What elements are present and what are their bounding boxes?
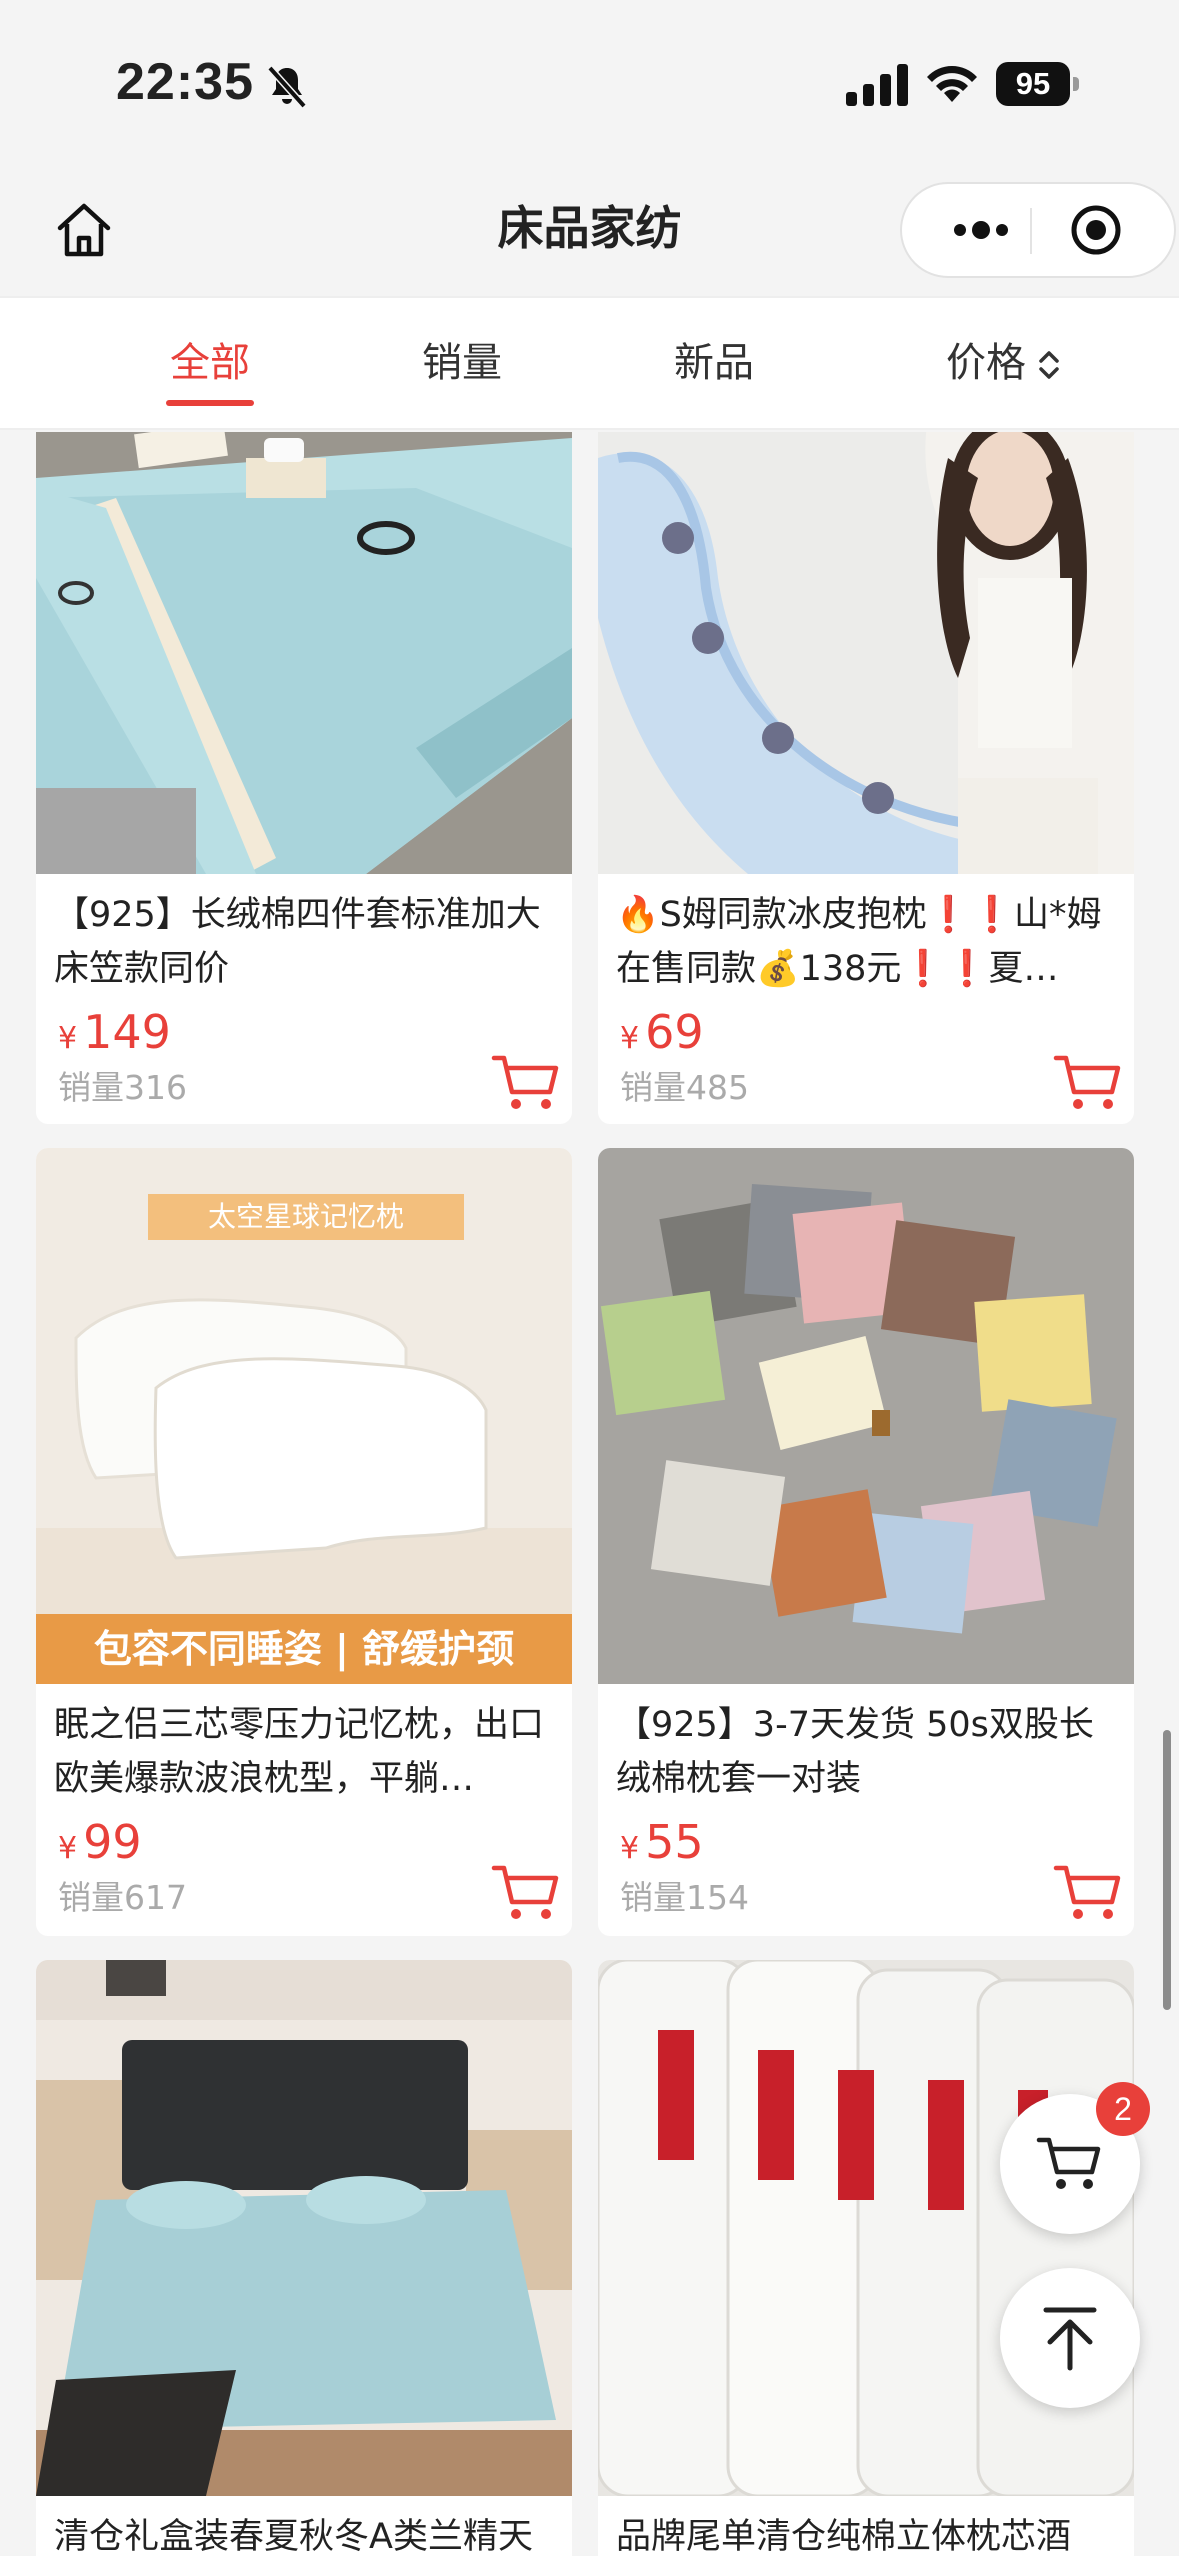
image-banner-bottom: 包容不同睡姿 | 舒缓护颈	[93, 1627, 515, 1671]
product-image[interactable]	[598, 432, 1134, 874]
price-value: 69	[645, 1005, 704, 1059]
product-card[interactable]: 清仓礼盒装春夏秋冬A类兰精天	[36, 1960, 572, 2556]
battery-icon: 95	[996, 62, 1080, 106]
sales-count: 销量485	[620, 1068, 749, 1107]
active-tab-underline	[166, 400, 254, 406]
sort-updown-icon	[1039, 351, 1059, 379]
product-price: ¥99	[58, 1814, 142, 1877]
product-grid: 【925】长绒棉四件套标准加大床笠款同价 ¥149 销量316 🔥S姆同款冰皮抱…	[0, 432, 1179, 2556]
sales-count: 销量316	[58, 1068, 187, 1107]
cellular-signal-icon	[846, 64, 908, 106]
product-card[interactable]: 【925】3-7天发货 50s双股长绒棉枕套一对装 ¥55 销量154	[598, 1148, 1134, 1936]
price-value: 99	[83, 1815, 142, 1869]
product-name: 【925】长绒棉四件套标准加大床笠款同价	[54, 895, 541, 989]
currency-symbol: ¥	[58, 1021, 78, 1056]
price-value: 55	[645, 1815, 704, 1869]
product-price: ¥55	[620, 1814, 704, 1877]
tab-price-label: 价格	[946, 340, 1026, 386]
sales-count: 销量617	[58, 1878, 187, 1917]
scrollbar[interactable]	[1163, 1730, 1171, 2010]
tab-new[interactable]: 新品	[654, 298, 774, 428]
close-miniprogram-icon[interactable]	[1066, 200, 1126, 260]
product-name: 清仓礼盒装春夏秋冬A类兰精天	[54, 2517, 533, 2556]
status-bar: 22:35 95	[0, 0, 1179, 176]
tab-new-label: 新品	[674, 340, 754, 386]
bell-muted-icon	[267, 65, 307, 109]
tab-price[interactable]: 价格	[920, 298, 1090, 428]
status-time: 22:35	[116, 53, 254, 111]
product-card[interactable]: 太空星球记忆枕 包容不同睡姿 | 舒缓护颈 眠之侣三芯零压力记忆枕，出口欧美爆款…	[36, 1148, 572, 1936]
miniprogram-capsule	[900, 182, 1176, 278]
sort-tabs: 全部 销量 新品 价格	[0, 296, 1179, 430]
tab-all-label: 全部	[170, 340, 250, 386]
arrow-up-to-top-icon	[1043, 2307, 1097, 2371]
product-price: ¥149	[58, 1004, 171, 1067]
product-name: 品牌尾单清仓纯棉立体枕芯酒	[616, 2517, 1072, 2556]
add-to-cart-icon[interactable]	[490, 1052, 562, 1114]
product-card[interactable]: 【925】长绒棉四件套标准加大床笠款同价 ¥149 销量316	[36, 432, 572, 1124]
nav-bar: 床品家纺	[0, 176, 1179, 296]
add-to-cart-icon[interactable]	[1052, 1862, 1124, 1924]
product-name: 【925】3-7天发货 50s双股长绒棉枕套一对装	[616, 1705, 1094, 1799]
cart-count-badge: 2	[1096, 2082, 1150, 2136]
product-name: 🔥S姆同款冰皮抱枕❗️❗️山*姆在售同款💰138元❗️❗️夏…	[616, 895, 1102, 989]
tab-sales-label: 销量	[422, 340, 502, 386]
add-to-cart-icon[interactable]	[490, 1862, 562, 1924]
tab-all[interactable]: 全部	[150, 298, 270, 428]
product-image[interactable]	[36, 432, 572, 874]
image-banner-top: 太空星球记忆枕	[207, 1200, 404, 1233]
product-name: 眠之侣三芯零压力记忆枕，出口欧美爆款波浪枕型，平躺…	[54, 1705, 545, 1799]
product-price: ¥69	[620, 1004, 704, 1067]
more-options-icon[interactable]	[936, 202, 1026, 258]
product-card[interactable]: 🔥S姆同款冰皮抱枕❗️❗️山*姆在售同款💰138元❗️❗️夏… ¥69 销量48…	[598, 432, 1134, 1124]
currency-symbol: ¥	[620, 1021, 640, 1056]
cart-icon	[1036, 2137, 1101, 2189]
back-to-top-button[interactable]	[1000, 2268, 1140, 2408]
product-image[interactable]	[598, 1148, 1134, 1684]
add-to-cart-icon[interactable]	[1052, 1052, 1124, 1114]
product-card[interactable]: 品牌尾单清仓纯棉立体枕芯酒	[598, 1960, 1134, 2556]
sales-count: 销量154	[620, 1878, 749, 1917]
battery-level: 95	[996, 62, 1070, 106]
wifi-icon	[927, 66, 977, 102]
tab-sales[interactable]: 销量	[402, 298, 522, 428]
currency-symbol: ¥	[620, 1831, 640, 1866]
product-image[interactable]	[36, 1960, 572, 2496]
currency-symbol: ¥	[58, 1831, 78, 1866]
price-value: 149	[83, 1005, 171, 1059]
product-image[interactable]: 太空星球记忆枕 包容不同睡姿 | 舒缓护颈	[36, 1148, 572, 1684]
